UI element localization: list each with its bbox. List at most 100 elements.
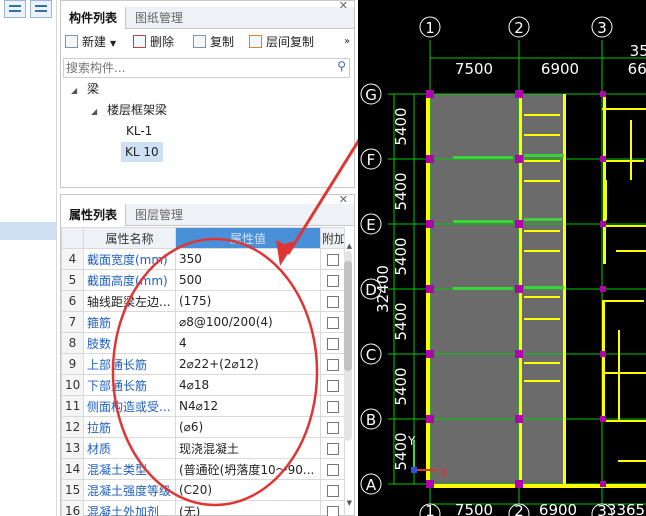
extra-checkbox[interactable] bbox=[326, 253, 339, 266]
tab-component-list[interactable]: 构件列表 bbox=[61, 7, 127, 29]
close-icon[interactable]: ✕ bbox=[339, 0, 348, 12]
property-value[interactable]: 2⌀22+(2⌀12) bbox=[175, 353, 321, 375]
property-value[interactable]: (无) bbox=[175, 500, 321, 516]
property-value[interactable]: 4⌀18 bbox=[175, 374, 321, 396]
property-name: 下部通长筋 bbox=[83, 374, 176, 396]
property-value[interactable]: 4 bbox=[175, 332, 321, 354]
vertical-scrollbar[interactable] bbox=[344, 251, 352, 441]
extra-checkbox[interactable] bbox=[326, 463, 339, 476]
scroll-down-icon[interactable]: ▼ bbox=[347, 499, 352, 507]
property-value[interactable]: ⌀8@100/200(4) bbox=[175, 311, 321, 333]
property-name: 混凝土类型 bbox=[83, 458, 176, 480]
more-icon[interactable]: » bbox=[344, 33, 350, 51]
extra-checkbox[interactable] bbox=[326, 316, 339, 329]
cad-viewport[interactable]: 12375006900354660GFEDCBA5400540054005400… bbox=[358, 0, 646, 516]
tab-property-list[interactable]: 属性列表 bbox=[61, 204, 127, 226]
axis-label: G bbox=[365, 86, 377, 104]
tree-item-kl-10[interactable]: KL 10 bbox=[121, 142, 163, 162]
scroll-up-icon[interactable]: ▲ bbox=[347, 242, 352, 250]
column bbox=[426, 480, 434, 488]
row-number: 10 bbox=[61, 374, 84, 396]
table-row[interactable]: 8 肢数 4 bbox=[61, 332, 345, 354]
floor-copy-button[interactable]: 层间复制 bbox=[249, 33, 314, 51]
table-row[interactable]: 9 上部通长筋 2⌀22+(2⌀12) bbox=[61, 353, 345, 375]
beam-tick bbox=[524, 250, 560, 252]
property-value[interactable]: (普通砼(坍落度10～90... bbox=[175, 458, 321, 480]
extra-checkbox[interactable] bbox=[326, 421, 339, 434]
search-input[interactable] bbox=[64, 59, 314, 77]
extra-checkbox-cell bbox=[320, 269, 345, 291]
property-name: 混凝土外加剂 bbox=[83, 500, 176, 516]
table-row[interactable]: 7 箍筋 ⌀8@100/200(4) bbox=[61, 311, 345, 333]
column bbox=[600, 416, 606, 422]
table-row[interactable]: 13 材质 现浇混凝土 bbox=[61, 437, 345, 459]
property-value[interactable]: N4⌀12 bbox=[175, 395, 321, 417]
column bbox=[515, 480, 523, 488]
row-number: 12 bbox=[61, 416, 84, 438]
tree-item-kl-1[interactable]: KL-1 bbox=[126, 122, 152, 140]
close-icon[interactable]: ✕ bbox=[339, 193, 348, 206]
cad-drawing[interactable]: 12375006900354660GFEDCBA5400540054005400… bbox=[358, 0, 646, 516]
copy-button[interactable]: 复制 bbox=[193, 33, 234, 51]
collapse-triangle-icon[interactable]: ◢ bbox=[71, 86, 77, 95]
table-row[interactable]: 4 截面宽度(mm) 350 bbox=[61, 248, 345, 270]
delete-button[interactable]: 删除 bbox=[133, 33, 174, 51]
property-value[interactable]: 500 bbox=[175, 269, 321, 291]
row-number: 11 bbox=[61, 395, 84, 417]
beam-segment bbox=[618, 330, 620, 420]
extra-checkbox[interactable] bbox=[326, 337, 339, 350]
axis-label: 1 bbox=[425, 19, 435, 37]
tree-node-floor-frame-beam-label: 楼层框架梁 bbox=[106, 103, 167, 117]
row-number: 14 bbox=[61, 458, 84, 480]
property-value[interactable]: 现浇混凝土 bbox=[175, 437, 321, 459]
table-row[interactable]: 11 侧面构造或受... N4⌀12 bbox=[61, 395, 345, 417]
new-icon bbox=[65, 35, 78, 48]
extra-checkbox[interactable] bbox=[326, 442, 339, 455]
table-row[interactable]: 5 截面高度(mm) 500 bbox=[61, 269, 345, 291]
strip-selected-row[interactable] bbox=[0, 222, 56, 240]
extra-checkbox[interactable] bbox=[326, 484, 339, 497]
extra-checkbox[interactable] bbox=[326, 358, 339, 371]
property-table-body: 4 截面宽度(mm) 350 5 截面高度(mm) 500 6 轴线距梁左边... (175) 7… bbox=[61, 248, 345, 516]
property-value[interactable]: (⌀6) bbox=[175, 416, 321, 438]
strip-button-2[interactable] bbox=[30, 0, 52, 18]
scrollbar-thumb[interactable] bbox=[344, 261, 352, 371]
top-dim-text: 7500 bbox=[455, 60, 493, 78]
column bbox=[515, 90, 523, 98]
beam-tick bbox=[524, 318, 560, 320]
table-row[interactable]: 12 拉筋 (⌀6) bbox=[61, 416, 345, 438]
collapse-triangle-icon[interactable]: ◢ bbox=[91, 107, 97, 116]
tab-drawing-management[interactable]: 图纸管理 bbox=[127, 7, 191, 29]
search-icon[interactable]: ⚲ bbox=[337, 59, 346, 73]
property-value[interactable]: (175) bbox=[175, 290, 321, 312]
table-row[interactable]: 6 轴线距梁左边... (175) bbox=[61, 290, 345, 312]
extra-checkbox[interactable] bbox=[326, 400, 339, 413]
table-row[interactable]: 10 下部通长筋 4⌀18 bbox=[61, 374, 345, 396]
property-value[interactable]: (C20) bbox=[175, 479, 321, 501]
tree-node-floor-frame-beam[interactable]: ◢ 楼层框架梁 bbox=[91, 101, 167, 119]
new-label: 新建 bbox=[82, 35, 107, 49]
strip-button-1[interactable] bbox=[4, 0, 26, 18]
property-name: 截面宽度(mm) bbox=[83, 248, 176, 270]
extra-checkbox[interactable] bbox=[326, 295, 339, 308]
extra-checkbox[interactable] bbox=[326, 505, 339, 516]
beam-segment bbox=[604, 300, 644, 302]
tab-layer-management[interactable]: 图层管理 bbox=[127, 204, 191, 226]
beam-segment bbox=[604, 160, 644, 162]
column bbox=[600, 221, 606, 227]
new-button[interactable]: 新建 ▼ bbox=[65, 33, 116, 51]
chevron-down-icon[interactable]: ▼ bbox=[110, 39, 116, 48]
extra-checkbox[interactable] bbox=[326, 274, 339, 287]
table-row[interactable]: 16 混凝土外加剂 (无) bbox=[61, 500, 345, 516]
table-row[interactable]: 14 混凝土类型 (普通砼(坍落度10～90... bbox=[61, 458, 345, 480]
header-name: 属性名称 bbox=[83, 227, 176, 249]
extra-checkbox[interactable] bbox=[326, 379, 339, 392]
tree-node-beam[interactable]: ◢ 梁 bbox=[71, 80, 99, 98]
property-list-panel: 属性列表 图层管理 ✕ 属性名称 属性值 附加 4 截面宽度(mm) 350 5 截面高… bbox=[60, 193, 355, 516]
extra-checkbox-cell bbox=[320, 374, 345, 396]
property-value[interactable]: 350 bbox=[175, 248, 321, 270]
beam-mid bbox=[563, 94, 566, 486]
extra-checkbox-cell bbox=[320, 332, 345, 354]
rebar-mark bbox=[453, 220, 513, 223]
table-row[interactable]: 15 混凝土强度等级 (C20) bbox=[61, 479, 345, 501]
